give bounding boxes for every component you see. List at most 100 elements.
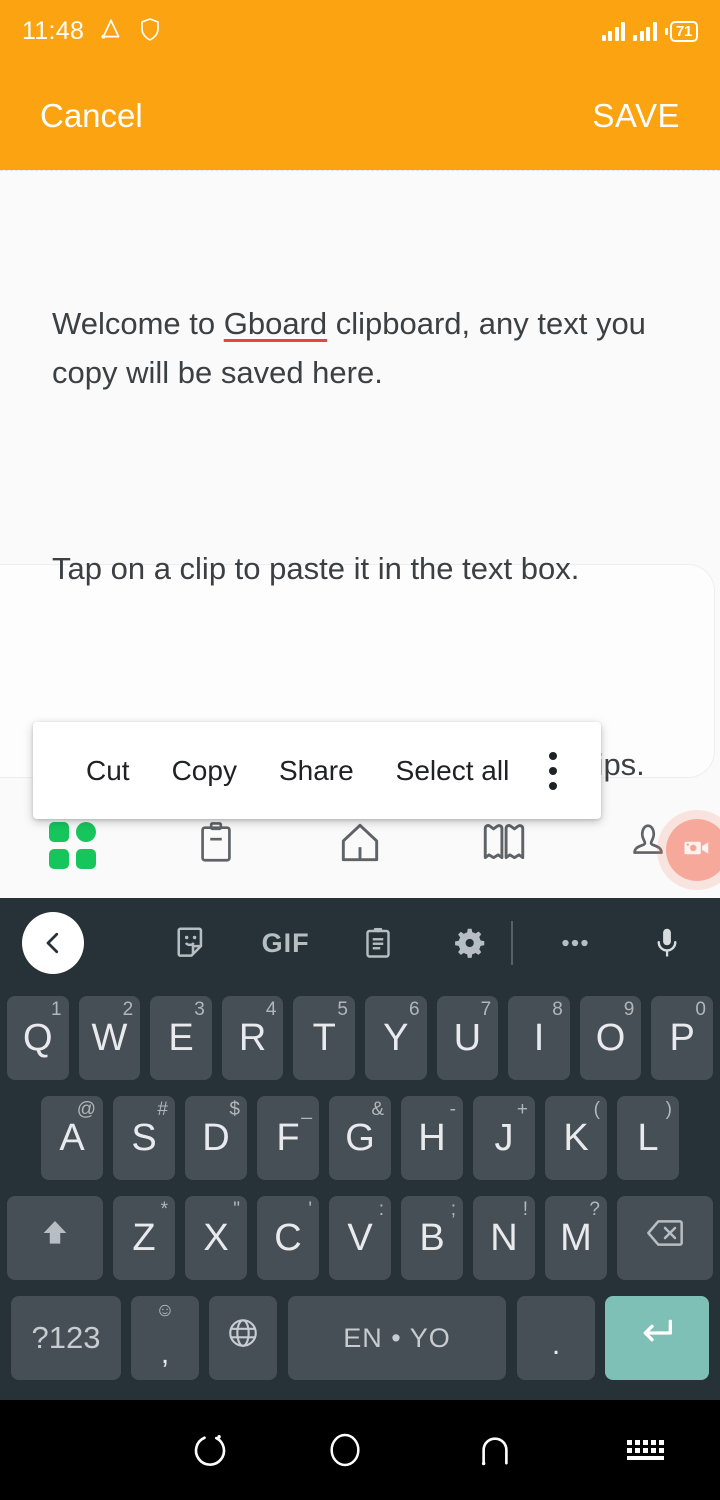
- key-a[interactable]: @ A: [41, 1096, 103, 1180]
- home-button[interactable]: [270, 1430, 420, 1470]
- key-a-sup: @: [76, 1099, 96, 1120]
- period-key[interactable]: .: [517, 1296, 595, 1380]
- key-m[interactable]: ? M: [545, 1196, 607, 1280]
- key-t[interactable]: 5T: [293, 996, 355, 1080]
- key-g[interactable]: & G: [329, 1096, 391, 1180]
- shield-icon: [138, 16, 162, 47]
- backspace-key[interactable]: [617, 1196, 713, 1280]
- key-p[interactable]: 0P: [651, 996, 713, 1080]
- key-o-label: O: [595, 1016, 626, 1059]
- key-r[interactable]: 4R: [221, 996, 284, 1080]
- key-f-sup: _: [301, 1099, 312, 1120]
- key-w[interactable]: 2W: [78, 996, 141, 1080]
- back-button[interactable]: [420, 1429, 570, 1471]
- toolbar-divider: [511, 921, 514, 965]
- gboard-keyboard: GIF 1 Q 2 W 3 E 4 R 5 T 6 Y 7 U 8 I 9 O …: [0, 898, 720, 1400]
- key-c-sup: ': [308, 1199, 312, 1220]
- microphone-icon[interactable]: [636, 912, 698, 974]
- key-j[interactable]: + J: [473, 1096, 535, 1180]
- key-l[interactable]: ) L: [617, 1096, 679, 1180]
- context-menu-item-select-all[interactable]: Select all: [375, 755, 531, 787]
- clipboard-icon[interactable]: [347, 912, 409, 974]
- key-s-sup: #: [157, 1099, 168, 1120]
- key-s-label: S: [131, 1116, 157, 1159]
- key-v[interactable]: :V: [329, 1196, 391, 1280]
- nav-item-clipboard[interactable]: [144, 820, 288, 871]
- context-menu-item-copy[interactable]: Copy: [151, 755, 258, 787]
- key-h[interactable]: -H: [401, 1096, 463, 1180]
- backspace-icon: [645, 1216, 685, 1260]
- key-i[interactable]: 8I: [508, 996, 570, 1080]
- status-bar-left: 11:48: [22, 16, 162, 47]
- context-menu-item-cut[interactable]: Cut: [65, 755, 151, 787]
- person-icon: [625, 820, 671, 871]
- overflow-dots-icon[interactable]: [544, 912, 606, 974]
- key-b[interactable]: ; B: [401, 1196, 463, 1280]
- key-j-label: J: [494, 1116, 514, 1159]
- navigation-triangle-icon: [98, 16, 124, 47]
- key-g-label: G: [345, 1116, 375, 1159]
- text-context-menu[interactable]: Cut Copy Share Select all: [33, 722, 601, 819]
- key-u[interactable]: 7U: [436, 996, 499, 1080]
- gear-icon[interactable]: [439, 912, 501, 974]
- paragraph-1-before: Welcome to: [52, 306, 224, 341]
- save-button[interactable]: SAVE: [592, 97, 680, 135]
- key-e[interactable]: 3E: [150, 996, 212, 1080]
- key-h-label: H: [418, 1116, 446, 1159]
- clip-paragraph-1: Welcome to Gboard clipboard, any text yo…: [52, 299, 680, 397]
- key-y[interactable]: 6Y: [365, 996, 427, 1080]
- space-key[interactable]: EN • YO: [288, 1296, 506, 1380]
- clip-editor-area[interactable]: Welcome to Gboard clipboard, any text yo…: [0, 170, 720, 890]
- nav-item-apps[interactable]: [0, 821, 144, 869]
- language-key[interactable]: [209, 1296, 277, 1380]
- phone-screen: 11:48 71 Cancel SAVE Welcome to Gboard c…: [0, 0, 720, 1500]
- key-d[interactable]: $ D: [185, 1096, 247, 1180]
- kebab-menu-icon[interactable]: [549, 751, 569, 790]
- key-i-sup: 8: [552, 999, 563, 1020]
- key-z[interactable]: * Z: [113, 1196, 175, 1280]
- nav-item-home[interactable]: [288, 818, 432, 873]
- gif-button[interactable]: GIF: [255, 912, 317, 974]
- keyboard-row-1: 1Q 2W 3E 4R 5T 6Y 7U 8I 9O 0P: [0, 988, 720, 1088]
- symbols-key[interactable]: ?123: [11, 1296, 121, 1380]
- status-bar-right: 71: [601, 20, 698, 42]
- key-p-sup: 0: [695, 999, 706, 1020]
- key-k-label: K: [563, 1116, 589, 1159]
- key-n[interactable]: ! N: [473, 1196, 535, 1280]
- grid-apps-icon: [48, 821, 96, 869]
- key-x[interactable]: " X: [185, 1196, 247, 1280]
- context-menu-item-share[interactable]: Share: [258, 755, 375, 787]
- key-c[interactable]: ' C: [257, 1196, 319, 1280]
- status-bar: 11:48 71: [0, 0, 720, 62]
- clip-paragraph-2: Tap on a clip to paste it in the text bo…: [52, 551, 580, 586]
- key-n-sup: !: [522, 1199, 528, 1220]
- hide-keyboard-button[interactable]: [570, 1440, 720, 1460]
- key-k[interactable]: (K: [545, 1096, 607, 1180]
- sticker-icon[interactable]: [162, 912, 224, 974]
- key-z-sup: *: [160, 1199, 168, 1220]
- key-q[interactable]: 1Q: [7, 996, 69, 1080]
- key-w-label: W: [91, 1016, 128, 1059]
- misspelled-word[interactable]: Gboard: [224, 306, 327, 341]
- clipboard-icon: [193, 820, 239, 871]
- key-e-sup: 3: [194, 999, 205, 1020]
- key-s[interactable]: # S: [113, 1096, 175, 1180]
- recents-button[interactable]: [0, 1429, 270, 1471]
- screen-recorder-fab[interactable]: [666, 819, 720, 881]
- signal-icon-1: [601, 21, 626, 41]
- key-o[interactable]: 9O: [579, 996, 642, 1080]
- enter-key[interactable]: [605, 1296, 709, 1380]
- video-camera-icon: [682, 833, 712, 868]
- back-chevron-icon[interactable]: [22, 912, 84, 974]
- key-l-label: L: [637, 1116, 659, 1159]
- key-x-label: X: [203, 1216, 229, 1259]
- key-u-sup: 7: [480, 999, 492, 1020]
- key-b-label: B: [419, 1216, 445, 1259]
- key-m-label: M: [560, 1216, 592, 1259]
- cancel-button[interactable]: Cancel: [40, 97, 143, 135]
- comma-key[interactable]: ☺ ,: [131, 1296, 199, 1380]
- shift-key[interactable]: [7, 1196, 103, 1280]
- key-f[interactable]: _ F: [257, 1096, 319, 1180]
- shift-arrow-icon: [38, 1216, 72, 1260]
- nav-item-book[interactable]: [432, 818, 576, 873]
